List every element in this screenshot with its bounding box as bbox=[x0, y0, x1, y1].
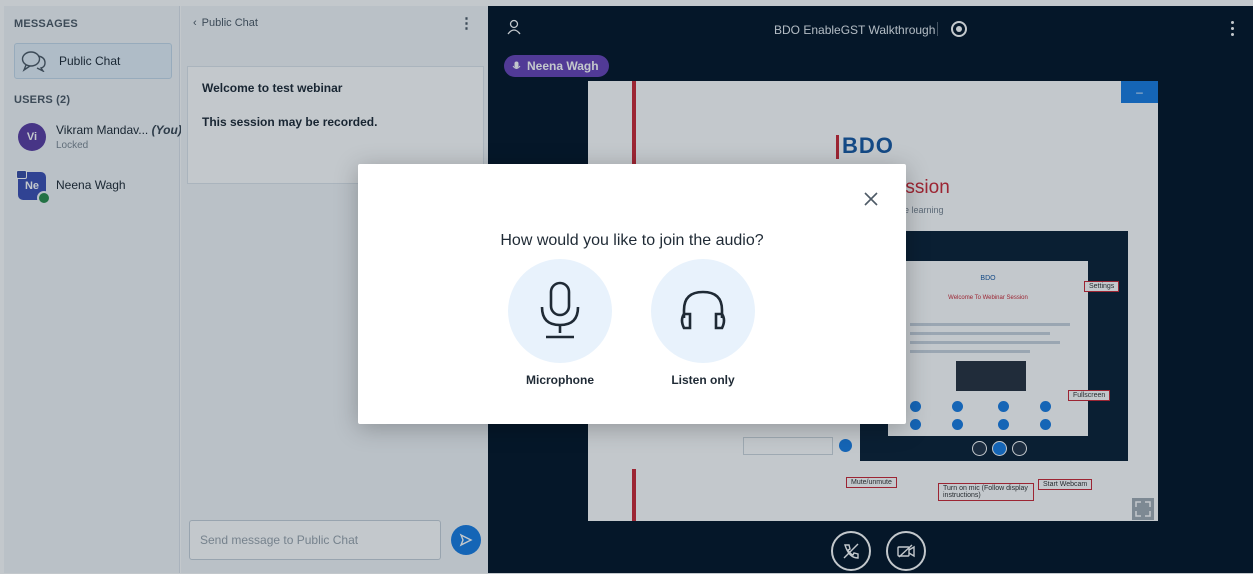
audio-modal: How would you like to join the audio? Mi… bbox=[358, 164, 906, 424]
microphone-label: Microphone bbox=[526, 373, 594, 387]
listen-only-option[interactable]: Listen only bbox=[651, 259, 755, 387]
microphone-option[interactable]: Microphone bbox=[508, 259, 612, 387]
microphone-button[interactable] bbox=[508, 259, 612, 363]
listen-only-button[interactable] bbox=[651, 259, 755, 363]
close-icon[interactable] bbox=[860, 188, 882, 210]
microphone-icon bbox=[540, 281, 580, 339]
listen-only-label: Listen only bbox=[671, 373, 735, 387]
audio-question: How would you like to join the audio? bbox=[500, 232, 764, 249]
headphones-icon bbox=[680, 290, 726, 330]
